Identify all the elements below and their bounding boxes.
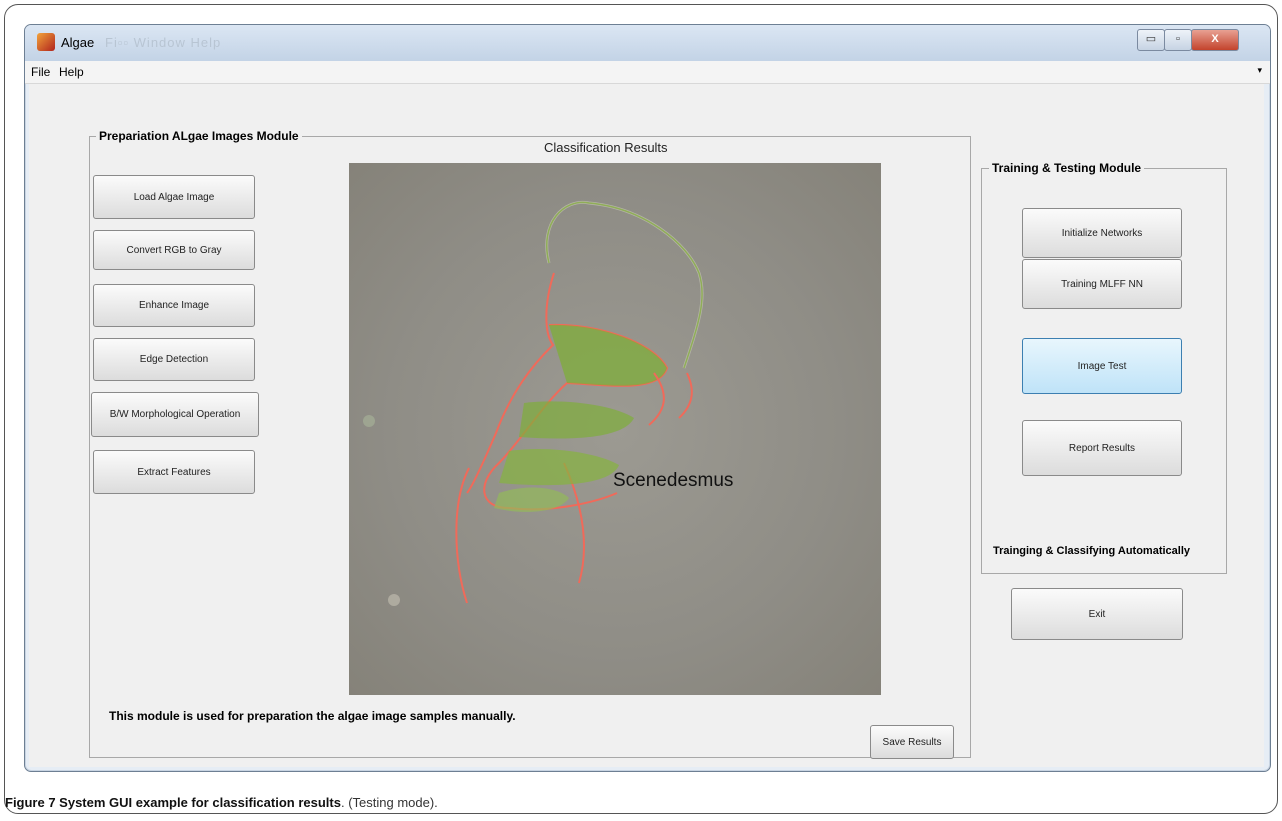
chevron-down-icon[interactable]: ▾ — [1257, 65, 1262, 76]
app-window: Algae Fi▫▫ Window Help ▭ ▫ X File Help ▾… — [24, 24, 1271, 772]
figure-caption: Figure 7 System GUI example for classifi… — [5, 795, 438, 810]
exit-button[interactable]: Exit — [1011, 588, 1183, 640]
window-title: Algae — [61, 35, 95, 50]
load-algae-image-button[interactable]: Load Algae Image — [93, 175, 255, 219]
minimize-button[interactable]: ▭ — [1137, 29, 1165, 51]
caption-rest: . (Testing mode). — [340, 795, 438, 810]
convert-rgb-to-gray-button[interactable]: Convert RGB to Gray — [93, 230, 255, 270]
training-mlff-nn-button[interactable]: Training MLFF NN — [1022, 259, 1182, 309]
close-button[interactable]: X — [1191, 29, 1239, 51]
client-area: Prepariation ALgae Images Module Load Al… — [29, 84, 1264, 767]
enhance-image-button[interactable]: Enhance Image — [93, 284, 255, 327]
matlab-icon — [37, 33, 55, 51]
initialize-networks-button[interactable]: Initialize Networks — [1022, 208, 1182, 258]
menu-file[interactable]: File — [31, 65, 50, 79]
preparation-panel-title: Prepariation ALgae Images Module — [96, 129, 302, 143]
species-label: Scenedesmus — [613, 470, 734, 491]
algae-cell-illustration — [363, 200, 704, 606]
maximize-button[interactable]: ▫ — [1164, 29, 1192, 51]
menu-bar: File Help ▾ — [25, 61, 1270, 84]
image-test-button[interactable]: Image Test — [1022, 338, 1182, 394]
report-results-button[interactable]: Report Results — [1022, 420, 1182, 476]
classification-results-title: Classification Results — [544, 140, 668, 155]
algae-image: Scenedesmus — [349, 163, 881, 695]
training-testing-panel-title: Training & Testing Module — [989, 161, 1145, 175]
blurred-menu-text: Fi▫▫ Window Help — [105, 35, 222, 50]
bw-morphological-operation-button[interactable]: B/W Morphological Operation — [91, 392, 259, 437]
menu-help[interactable]: Help — [59, 65, 84, 79]
extract-features-button[interactable]: Extract Features — [93, 450, 255, 494]
save-results-button[interactable]: Save Results — [870, 725, 954, 759]
caption-label: Figure 7 System GUI example for classifi… — [5, 795, 341, 810]
title-bar[interactable]: Algae Fi▫▫ Window Help ▭ ▫ X — [25, 25, 1270, 61]
edge-detection-button[interactable]: Edge Detection — [93, 338, 255, 381]
module-note: This module is used for preparation the … — [109, 709, 516, 723]
auto-classify-label: Trainging & Classifying Automatically — [993, 545, 1191, 557]
